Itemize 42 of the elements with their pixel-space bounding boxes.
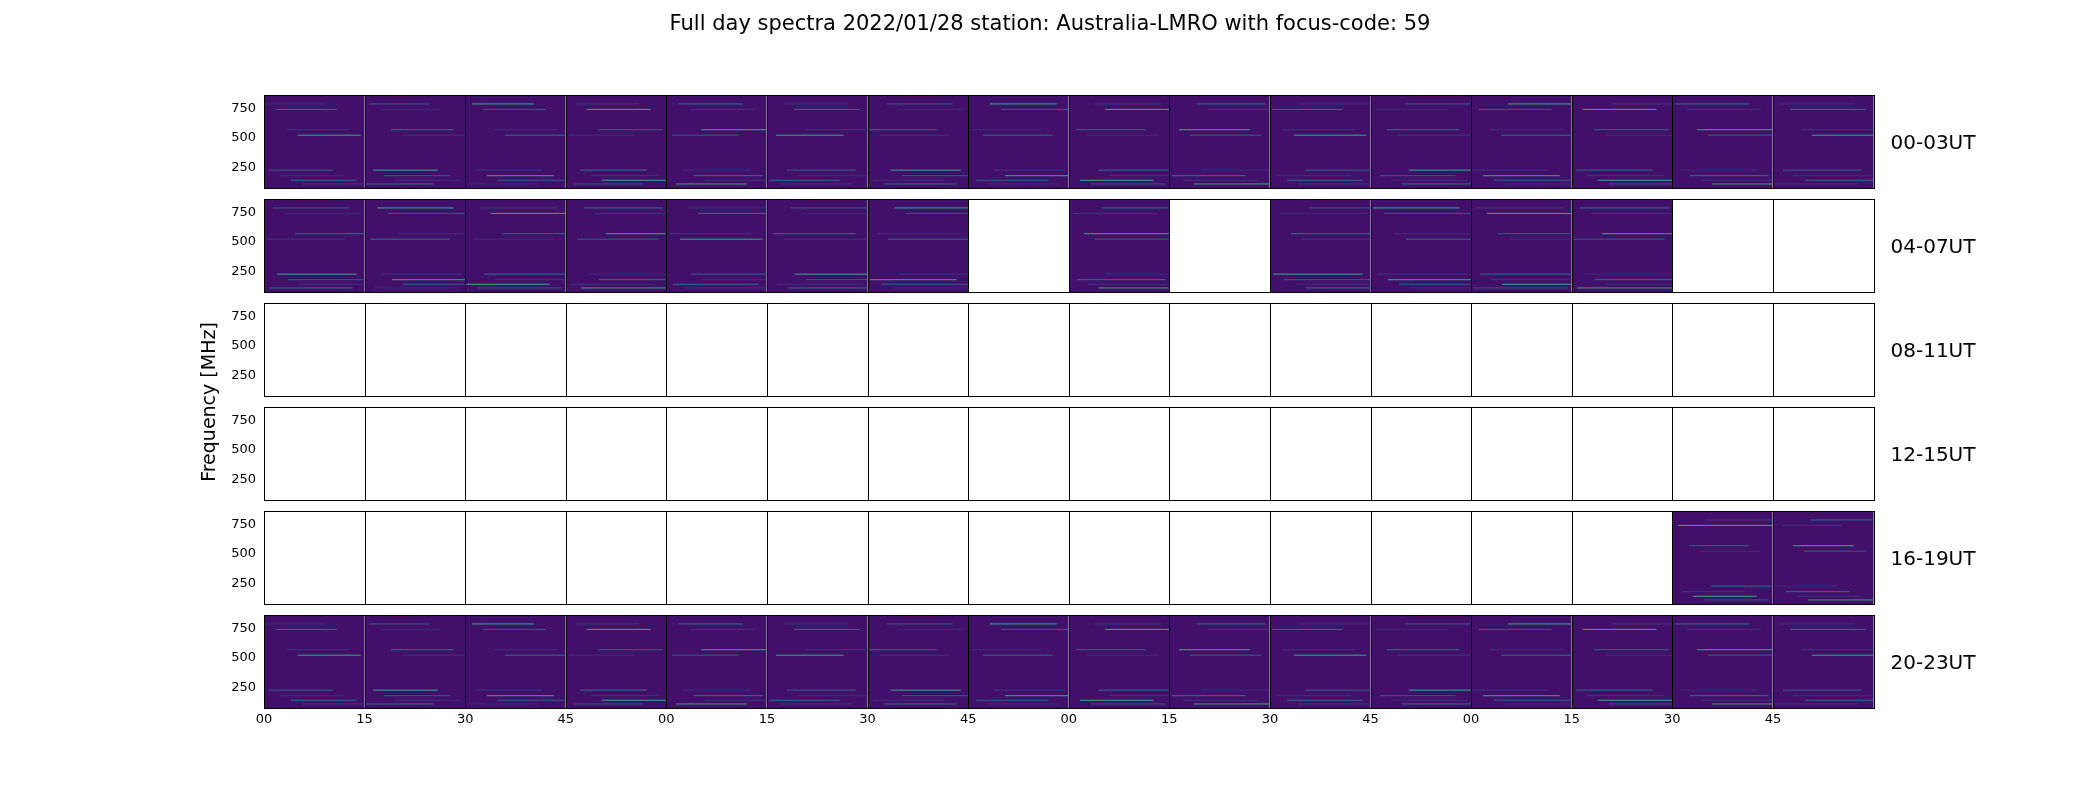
- row-time-label: 20-23UT: [1890, 650, 1976, 674]
- x-tick-label: 15: [1563, 711, 1580, 726]
- y-axis-label: Frequency [MHz]: [197, 322, 219, 482]
- y-tick-label: 500: [231, 233, 256, 247]
- x-tick-label: 30: [1261, 711, 1279, 726]
- y-tick-label: 250: [231, 263, 256, 277]
- y-tick-label: 500: [231, 337, 256, 351]
- y-tick-label: 750: [231, 308, 256, 322]
- x-tick-label: 00: [1060, 711, 1077, 726]
- y-tick-label: 500: [231, 649, 256, 663]
- x-tick-label: 30: [456, 711, 474, 726]
- x-tick-label: 15: [1161, 711, 1178, 726]
- x-tick-label: 30: [1664, 711, 1681, 726]
- x-tick-label: 30: [859, 711, 876, 726]
- y-tick-label: 750: [231, 204, 256, 218]
- y-tick-label: 500: [231, 441, 256, 455]
- y-tick-label: 250: [231, 159, 256, 173]
- x-tick-label: 45: [959, 711, 977, 726]
- row-time-label: 16-19UT: [1890, 546, 1976, 570]
- row-time-label: 00-03UT: [1890, 130, 1976, 154]
- y-tick-label: 750: [231, 100, 256, 114]
- row-time-label: 12-15UT: [1890, 442, 1976, 466]
- x-tick-label: 00: [255, 711, 273, 726]
- x-tick-label: 00: [1462, 711, 1480, 726]
- x-tick-label: 15: [356, 711, 373, 726]
- y-tick-label: 250: [231, 471, 256, 485]
- x-tick-label: 45: [1764, 711, 1782, 726]
- y-tick-label: 750: [231, 516, 256, 530]
- x-tick-label: 15: [758, 711, 776, 726]
- y-tick-label: 250: [231, 575, 256, 589]
- y-tick-label: 500: [231, 545, 256, 559]
- x-tick-label: 00: [658, 711, 675, 726]
- row-time-label: 08-11UT: [1890, 338, 1976, 362]
- figure-title: Full day spectra 2022/01/28 station: Australia-LMRO with focus-code: 59: [668, 10, 1432, 37]
- x-tick-label: 45: [1362, 711, 1379, 726]
- y-tick-label: 250: [231, 679, 256, 693]
- y-tick-label: 500: [231, 129, 256, 143]
- y-tick-label: 250: [231, 367, 256, 381]
- y-tick-label: 750: [231, 412, 256, 426]
- y-tick-label: 750: [231, 620, 256, 634]
- row-time-label: 04-07UT: [1890, 234, 1976, 258]
- x-tick-label: 45: [557, 711, 575, 726]
